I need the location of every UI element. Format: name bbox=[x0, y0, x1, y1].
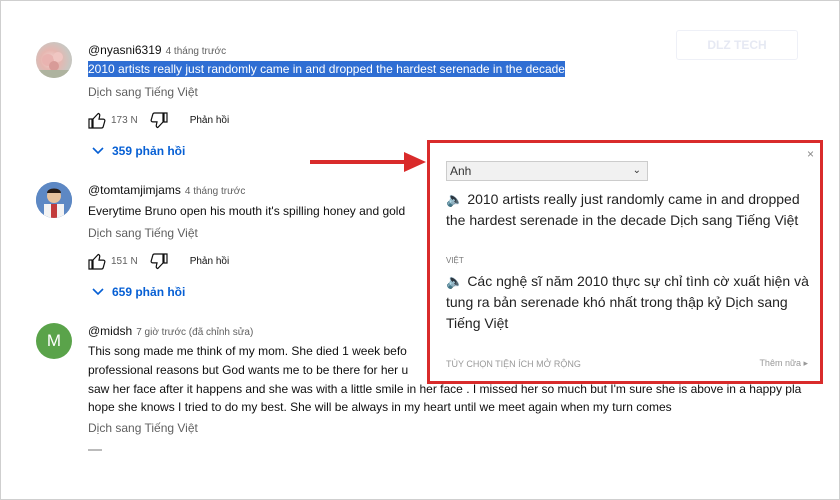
comment-author[interactable]: @nyasni6319 bbox=[88, 43, 162, 57]
avatar[interactable] bbox=[36, 42, 72, 78]
comment-text-line: saw her face after it happens and she wa… bbox=[88, 382, 802, 396]
extension-options-link[interactable]: TÙY CHỌN TIỆN ÍCH MỞ RỘNG bbox=[446, 359, 581, 369]
watermark-logo: DLZ TECH bbox=[676, 30, 798, 60]
comment-text: Everytime Bruno open his mouth it's spil… bbox=[88, 204, 406, 218]
close-icon[interactable]: × bbox=[807, 147, 814, 161]
red-arrow-icon bbox=[310, 152, 426, 172]
comment-meta: @nyasni6319 4 tháng trước bbox=[88, 43, 226, 57]
comment-meta: @midsh 7 giờ trước (đã chỉnh sửa) bbox=[88, 324, 253, 338]
avatar-image-icon bbox=[36, 52, 72, 78]
like-icon[interactable] bbox=[88, 112, 106, 129]
chevron-down-icon: ⌄ bbox=[632, 165, 641, 176]
comment-text-line: This song made me think of my mom. She d… bbox=[88, 344, 407, 358]
chevron-down-icon bbox=[92, 147, 104, 155]
chevron-down-icon bbox=[92, 288, 104, 296]
comment-time[interactable]: 4 tháng trước bbox=[166, 46, 227, 57]
comment-actions-clipped bbox=[88, 447, 158, 451]
translation-popup: × Anh ⌄ 🔈 2010 artists really just rando… bbox=[427, 140, 823, 384]
replies-count: 359 phản hồi bbox=[112, 144, 186, 158]
language-select[interactable]: Anh ⌄ bbox=[446, 161, 648, 181]
reply-button[interactable]: Phản hồi bbox=[190, 115, 229, 126]
comment-text-line: hope she knows I tried to do my best. Sh… bbox=[88, 400, 672, 414]
avatar-image-icon bbox=[36, 182, 72, 218]
source-text: 🔈 2010 artists really just randomly came… bbox=[446, 191, 800, 228]
comment-text: 2010 artists really just randomly came i… bbox=[88, 61, 565, 77]
comment-time[interactable]: 4 tháng trước bbox=[185, 186, 246, 197]
translate-link[interactable]: Dịch sang Tiếng Việt bbox=[88, 421, 198, 435]
comment-text-line: professional reasons but God wants me to… bbox=[88, 363, 409, 377]
comment-author[interactable]: @tomtamjimjams bbox=[88, 183, 181, 197]
dislike-icon[interactable] bbox=[150, 253, 168, 270]
like-count: 151 N bbox=[111, 256, 138, 267]
dislike-icon[interactable] bbox=[150, 112, 168, 129]
avatar[interactable] bbox=[36, 182, 72, 218]
reply-button[interactable]: Phản hồi bbox=[190, 256, 229, 267]
comment-meta: @tomtamjimjams 4 tháng trước bbox=[88, 183, 245, 197]
more-link[interactable]: Thêm nữa ▸ bbox=[759, 358, 808, 369]
comment-actions: 173 N Phản hồi bbox=[88, 112, 229, 129]
replies-count: 659 phản hồi bbox=[112, 285, 186, 299]
target-language-label: VIỆT bbox=[446, 256, 464, 265]
view-replies-button[interactable]: 659 phản hồi bbox=[92, 285, 185, 299]
like-count: 173 N bbox=[111, 115, 138, 126]
avatar-letter: M bbox=[46, 331, 62, 350]
comment-time[interactable]: 7 giờ trước (đã chỉnh sửa) bbox=[136, 327, 253, 338]
translate-link[interactable]: Dịch sang Tiếng Việt bbox=[88, 226, 198, 240]
translate-link[interactable]: Dịch sang Tiếng Việt bbox=[88, 85, 198, 99]
view-replies-button[interactable]: 359 phản hồi bbox=[92, 144, 185, 158]
avatar[interactable]: M bbox=[36, 323, 72, 359]
comment-author[interactable]: @midsh bbox=[88, 324, 132, 338]
language-select-value: Anh bbox=[450, 164, 472, 178]
translated-text: 🔈 Các nghệ sĩ năm 2010 thực sự chỉ tình … bbox=[446, 273, 809, 331]
selected-text: 2010 artists really just randomly came i… bbox=[88, 61, 565, 77]
comment-actions: 151 N Phản hồi bbox=[88, 253, 229, 270]
like-icon[interactable] bbox=[88, 253, 106, 270]
